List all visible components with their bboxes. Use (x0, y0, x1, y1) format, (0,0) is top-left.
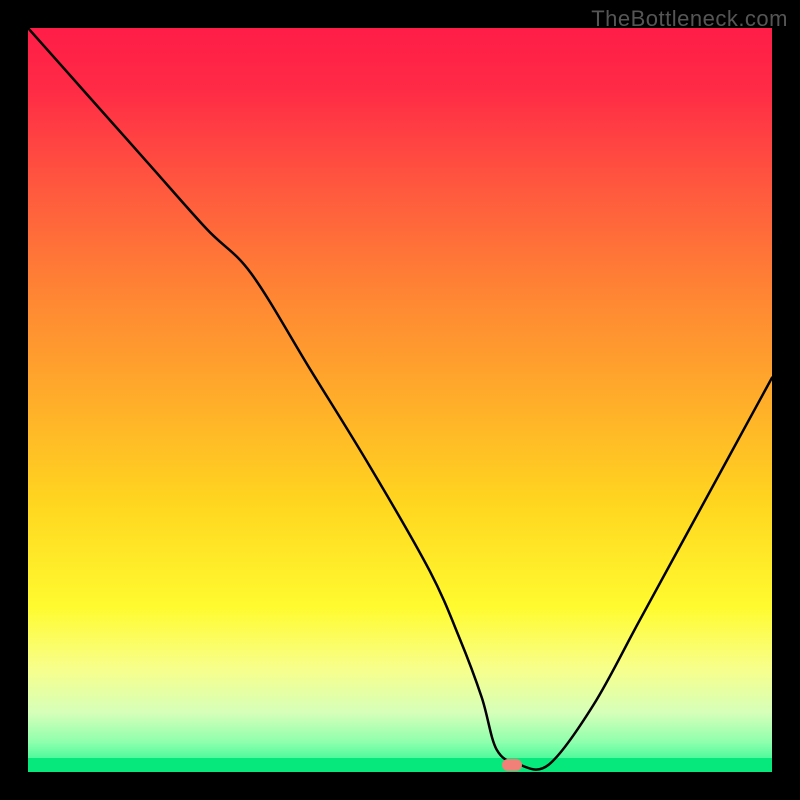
bottleneck-curve-path (28, 28, 772, 770)
watermark-text: TheBottleneck.com (591, 6, 788, 32)
curve-svg (28, 28, 772, 772)
plot-area (28, 28, 772, 772)
optimal-marker (502, 759, 522, 771)
chart-stage: TheBottleneck.com (0, 0, 800, 800)
